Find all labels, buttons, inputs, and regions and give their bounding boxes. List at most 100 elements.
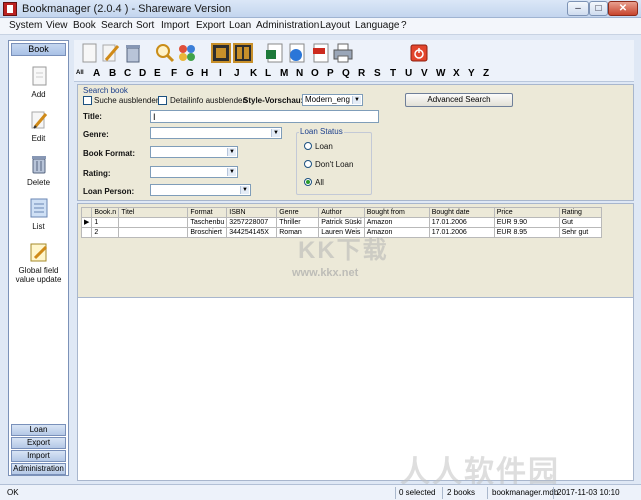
delete-icon[interactable] (122, 42, 144, 64)
column-header[interactable]: Bought date (429, 208, 494, 218)
frame-icon[interactable] (210, 42, 232, 64)
hide-detail-checkbox[interactable] (158, 96, 167, 105)
alpha-c[interactable]: C (124, 68, 131, 79)
table-cell[interactable]: Broschiert (188, 228, 227, 238)
menu-help[interactable]: ? (401, 20, 407, 31)
title-input[interactable] (150, 110, 379, 123)
close-button[interactable]: ✕ (608, 1, 638, 16)
edit-pencil-icon[interactable] (100, 42, 122, 64)
new-book-icon[interactable] (79, 42, 101, 64)
alpha-g[interactable]: G (186, 68, 194, 79)
alpha-q[interactable]: Q (342, 68, 350, 79)
alpha-a[interactable]: A (93, 68, 100, 79)
menu-loan[interactable]: Loan (229, 20, 251, 31)
menu-sort[interactable]: Sort (136, 20, 154, 31)
alpha-l[interactable]: L (265, 68, 271, 79)
menu-system[interactable]: System (9, 20, 42, 31)
all-radio[interactable] (304, 178, 312, 186)
advanced-search-button[interactable]: Advanced Search (405, 93, 513, 107)
web-icon[interactable] (286, 42, 308, 64)
menu-search[interactable]: Search (101, 20, 133, 31)
alpha-x[interactable]: X (453, 68, 460, 79)
users-icon[interactable] (176, 42, 198, 64)
table-cell[interactable]: 3257228007 (227, 218, 277, 228)
alpha-m[interactable]: M (280, 68, 288, 79)
hide-search-checkbox[interactable] (83, 96, 92, 105)
sidebar-section-import[interactable]: Import (11, 450, 66, 462)
sidebar-section-export[interactable]: Export (11, 437, 66, 449)
table-cell[interactable]: 17.01.2006 (429, 218, 494, 228)
alpha-k[interactable]: K (250, 68, 257, 79)
alpha-t[interactable]: T (390, 68, 396, 79)
frame-alt-icon[interactable] (232, 42, 254, 64)
alpha-u[interactable]: U (405, 68, 412, 79)
column-header[interactable]: Bought from (364, 208, 429, 218)
table-cell[interactable]: 2 (92, 228, 119, 238)
sidebar-header[interactable]: Book (11, 43, 66, 56)
alpha-b[interactable]: B (109, 68, 116, 79)
alpha-f[interactable]: F (171, 68, 177, 79)
alpha-p[interactable]: P (327, 68, 334, 79)
pdf-icon[interactable] (310, 42, 332, 64)
menu-layout[interactable]: Layout (320, 20, 350, 31)
alpha-v[interactable]: V (421, 68, 428, 79)
table-cell[interactable]: Thriller (277, 218, 319, 228)
maximize-button[interactable]: □ (589, 1, 608, 16)
table-cell[interactable]: Gut (559, 218, 601, 228)
rating-select[interactable]: ▼ (150, 166, 238, 178)
alpha-n[interactable]: N (296, 68, 303, 79)
table-cell[interactable]: EUR 9.90 (494, 218, 559, 228)
table-cell[interactable] (119, 218, 188, 228)
sidebar-item-list[interactable]: List (9, 197, 68, 231)
alpha-o[interactable]: O (311, 68, 319, 79)
table-row[interactable]: ▶ 1 Taschenbu 3257228007 Thriller Patric… (82, 218, 602, 228)
loan-person-select[interactable]: ▼ (150, 184, 251, 196)
table-cell[interactable]: Patrick Süski (319, 218, 364, 228)
sidebar-item-global-update[interactable]: Global field value update (9, 241, 68, 284)
column-header[interactable]: Book.n (92, 208, 119, 218)
menu-import[interactable]: Import (161, 20, 189, 31)
table-cell[interactable]: 344254145X (227, 228, 277, 238)
alpha-y[interactable]: Y (468, 68, 475, 79)
exit-icon[interactable] (408, 42, 430, 64)
table-cell[interactable]: Amazon (364, 218, 429, 228)
column-header[interactable]: ISBN (227, 208, 277, 218)
book-format-select[interactable]: ▼ (150, 146, 238, 158)
alpha-i[interactable]: I (219, 68, 222, 79)
loan-radio[interactable] (304, 142, 312, 150)
table-cell[interactable]: Sehr gut (559, 228, 601, 238)
genre-select[interactable]: ▼ (150, 127, 282, 139)
alpha-j[interactable]: J (234, 68, 240, 79)
table-cell[interactable]: 1 (92, 218, 119, 228)
table-cell[interactable] (119, 228, 188, 238)
menu-administration[interactable]: Administration (256, 20, 319, 31)
sidebar-section-loan[interactable]: Loan (11, 424, 66, 436)
column-header[interactable]: Titel (119, 208, 188, 218)
search-magnifier-icon[interactable] (154, 42, 176, 64)
style-preview-select[interactable]: Modern_eng ▼ (302, 94, 363, 106)
sidebar-section-administration[interactable]: Administration (11, 463, 66, 475)
column-header[interactable]: Author (319, 208, 364, 218)
alpha-w[interactable]: W (436, 68, 445, 79)
menu-view[interactable]: View (46, 20, 68, 31)
sidebar-item-add[interactable]: Add (9, 65, 68, 99)
alpha-h[interactable]: H (201, 68, 208, 79)
sidebar-item-edit[interactable]: Edit (9, 109, 68, 143)
menu-language[interactable]: Language (355, 20, 400, 31)
menu-book[interactable]: Book (73, 20, 96, 31)
alpha-e[interactable]: E (154, 68, 161, 79)
alpha-all[interactable]: All (76, 70, 84, 76)
column-header[interactable]: Price (494, 208, 559, 218)
table-cell[interactable]: Taschenbu (188, 218, 227, 228)
column-header[interactable]: Rating (559, 208, 601, 218)
alpha-r[interactable]: R (358, 68, 365, 79)
menu-export[interactable]: Export (196, 20, 225, 31)
column-header[interactable]: Genre (277, 208, 319, 218)
column-header[interactable]: Format (188, 208, 227, 218)
sidebar-item-delete[interactable]: Delete (9, 153, 68, 187)
dont-loan-radio[interactable] (304, 160, 312, 168)
table-cell[interactable]: 17.01.2006 (429, 228, 494, 238)
table-cell[interactable]: EUR 8.95 (494, 228, 559, 238)
alpha-s[interactable]: S (374, 68, 381, 79)
minimize-button[interactable]: – (567, 1, 589, 16)
